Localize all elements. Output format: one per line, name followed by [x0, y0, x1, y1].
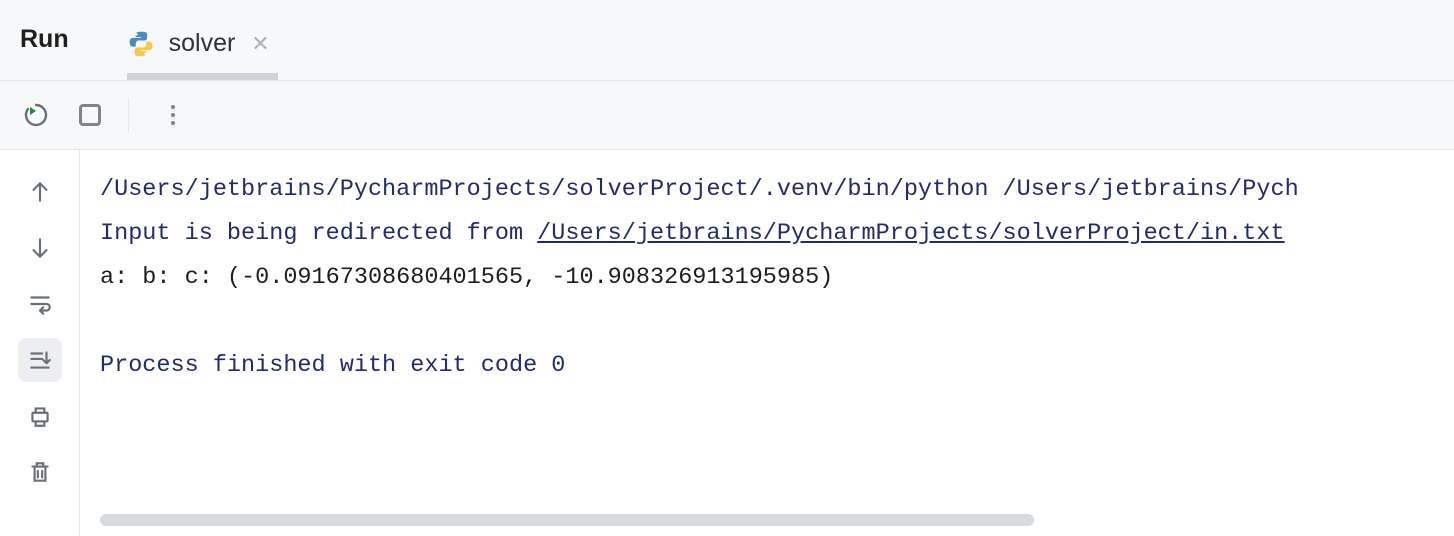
soft-wrap-button[interactable]	[18, 282, 62, 326]
more-icon	[165, 105, 181, 125]
rerun-button[interactable]	[16, 95, 56, 135]
redirect-path-link[interactable]: /Users/jetbrains/PycharmProjects/solverP…	[537, 220, 1284, 247]
print-button[interactable]	[18, 394, 62, 438]
horizontal-scrollbar[interactable]	[100, 514, 1034, 526]
scroll-to-end-button[interactable]	[18, 338, 62, 382]
clear-all-button[interactable]	[18, 450, 62, 494]
run-panel-title: Run	[20, 27, 69, 80]
console-exit-line: Process finished with exit code 0	[100, 344, 1434, 388]
scroll-up-button[interactable]	[18, 170, 62, 214]
toolbar-divider	[128, 98, 129, 132]
tab-label: solver	[169, 29, 236, 58]
run-toolbar	[0, 81, 1454, 150]
console-blank-line	[100, 300, 1434, 344]
scroll-down-button[interactable]	[18, 226, 62, 270]
more-actions-button[interactable]	[153, 95, 193, 135]
run-panel-body: /Users/jetbrains/PycharmProjects/solverP…	[0, 150, 1454, 536]
console-gutter	[0, 150, 80, 536]
close-tab-icon[interactable]: ✕	[251, 33, 269, 55]
stop-icon	[79, 104, 101, 126]
console-program-output: a: b: c: (-0.09167308680401565, -10.9083…	[100, 256, 1434, 300]
tab-underline	[127, 73, 278, 80]
console-output-area[interactable]: /Users/jetbrains/PycharmProjects/solverP…	[80, 150, 1454, 536]
stop-button[interactable]	[70, 95, 110, 135]
python-file-icon	[127, 30, 155, 58]
console-command-line: /Users/jetbrains/PycharmProjects/solverP…	[100, 168, 1434, 212]
run-configuration-tab[interactable]: solver ✕	[127, 29, 270, 80]
run-panel-tabbar: Run solver ✕	[0, 0, 1454, 81]
redirect-prefix: Input is being redirected from	[100, 220, 537, 247]
console-output: /Users/jetbrains/PycharmProjects/solverP…	[80, 150, 1454, 408]
console-redirect-line: Input is being redirected from /Users/je…	[100, 212, 1434, 256]
